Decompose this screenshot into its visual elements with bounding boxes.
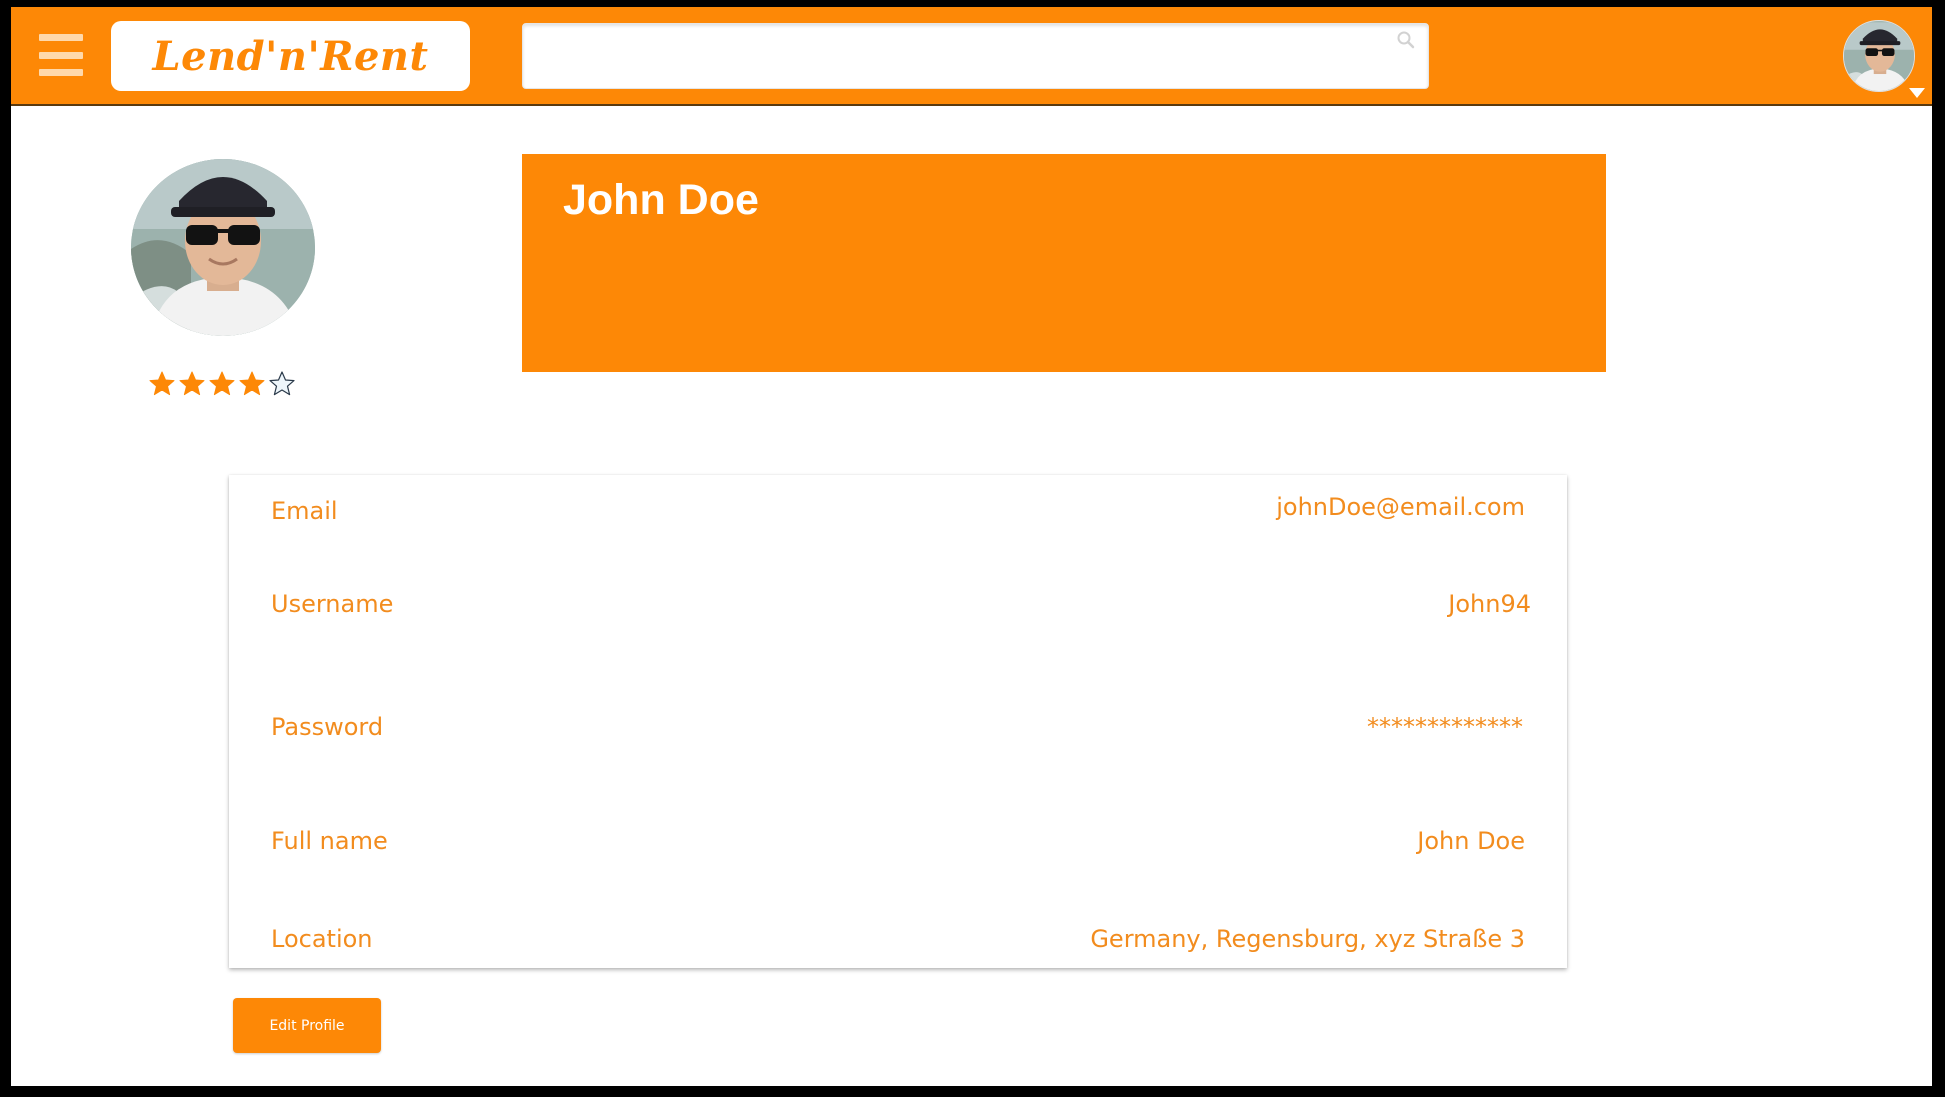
user-avatar-image (1844, 22, 1914, 91)
star-filled-icon (179, 371, 205, 396)
search-icon[interactable] (1396, 30, 1416, 50)
search-input[interactable] (523, 24, 1428, 88)
profile-banner: John Doe (522, 154, 1606, 372)
user-avatar[interactable] (1843, 20, 1915, 92)
location-value: Germany, Regensburg, xyz Straße 3 (1090, 925, 1525, 953)
username-label: Username (271, 590, 394, 618)
search-bar (522, 23, 1429, 89)
logo-text: Lend'n'Rent (152, 32, 429, 80)
full-name-value: John Doe (1417, 827, 1525, 855)
email-label: Email (271, 497, 338, 525)
star-filled-icon (239, 371, 265, 396)
top-bar: Lend'n'Rent (11, 7, 1932, 106)
caret-down-icon[interactable] (1909, 88, 1925, 98)
location-label: Location (271, 925, 373, 953)
profile-avatar-image (131, 159, 315, 336)
app-window: Lend'n'Rent John Doe Email johnDoe@email… (11, 7, 1932, 1086)
profile-name: John Doe (563, 176, 759, 224)
password-label: Password (271, 713, 384, 741)
full-name-label: Full name (271, 827, 388, 855)
star-filled-icon (149, 371, 175, 396)
hamburger-menu-icon[interactable] (39, 34, 83, 76)
password-value: ************* (1367, 713, 1523, 741)
profile-avatar (131, 159, 315, 336)
user-rating (148, 370, 296, 398)
user-menu[interactable] (1843, 20, 1925, 100)
logo[interactable]: Lend'n'Rent (111, 21, 470, 91)
edit-profile-button[interactable]: Edit Profile (233, 998, 381, 1053)
star-filled-icon (209, 371, 235, 396)
email-value: johnDoe@email.com (1276, 493, 1525, 521)
username-value: John94 (1448, 590, 1531, 618)
profile-details-card: Email johnDoe@email.com Username John94 … (229, 475, 1567, 968)
star-empty-icon (269, 371, 295, 396)
